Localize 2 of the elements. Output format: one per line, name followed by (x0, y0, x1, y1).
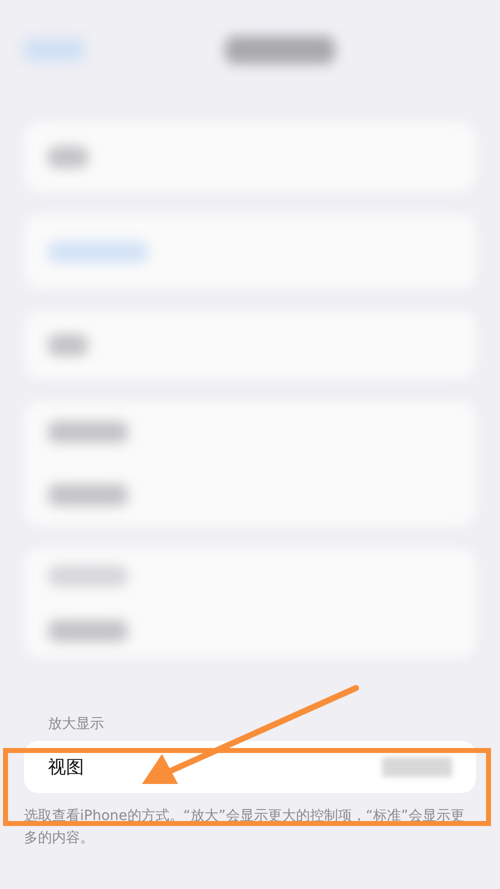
blurred-value (382, 757, 452, 777)
section-header: 放大显示 (47, 715, 105, 734)
